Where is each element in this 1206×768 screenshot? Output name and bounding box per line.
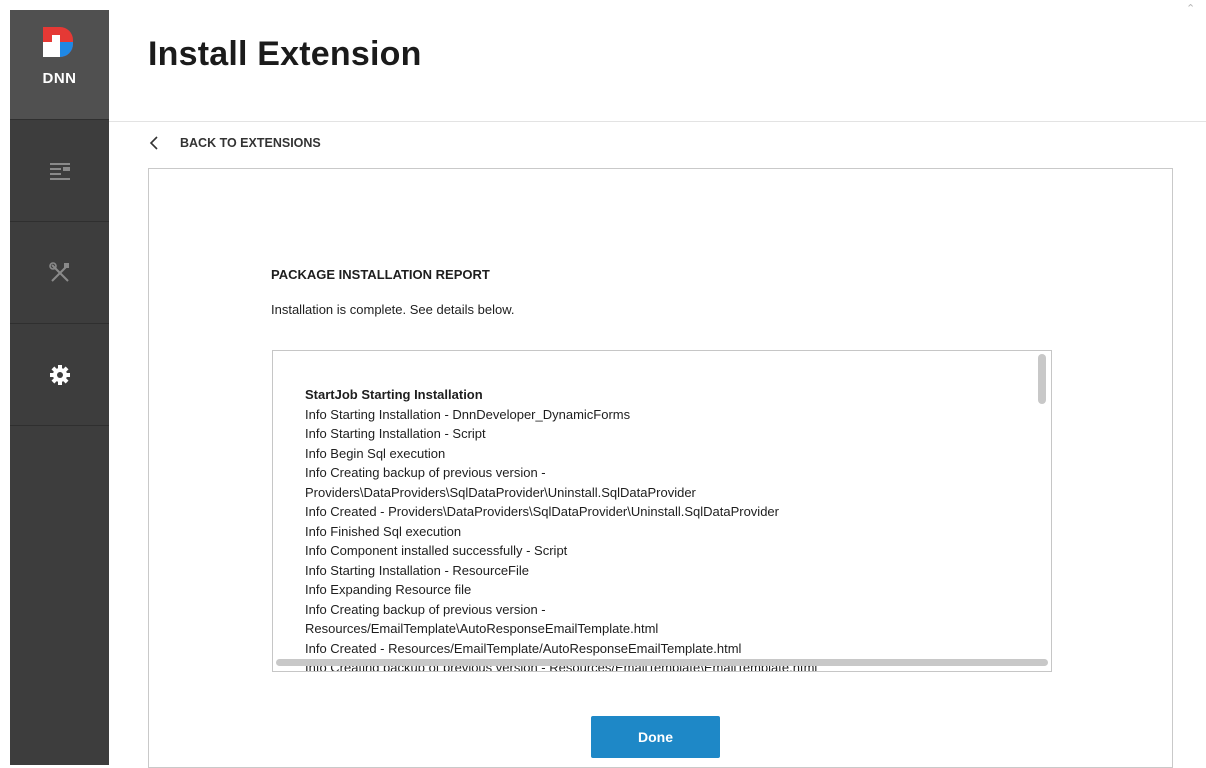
log-line: Info Component installed successfully - … <box>305 543 568 558</box>
page-title: Install Extension <box>148 35 422 73</box>
log-content: StartJob Starting Installation Info Start… <box>305 385 1040 671</box>
log-line: Info Created - Providers\DataProviders\S… <box>305 504 779 519</box>
header-divider <box>109 121 1206 122</box>
log-line: Info Creating backup of previous version… <box>305 601 546 617</box>
content-list-icon <box>49 162 70 180</box>
dnn-logo-icon <box>43 27 73 57</box>
log-line: Resources/EmailTemplate\AutoResponseEmai… <box>305 621 659 636</box>
log-line: Providers\DataProviders\SqlDataProvider\… <box>305 484 696 500</box>
log-line: Info Finished Sql execution <box>305 523 462 539</box>
installation-log[interactable]: StartJob Starting Installation Info Start… <box>272 350 1052 672</box>
horizontal-scrollbar[interactable] <box>276 659 1048 666</box>
collapse-icon[interactable]: ⌃ <box>1186 2 1195 15</box>
logo-text: DNN <box>42 70 77 87</box>
log-line: Info Starting Installation - DnnDevelope… <box>305 406 631 422</box>
tools-icon <box>48 261 69 282</box>
sidebar-item-content[interactable] <box>10 120 109 222</box>
log-line: Info Expanding Resource file <box>305 582 472 597</box>
report-title: PACKAGE INSTALLATION REPORT <box>271 267 490 282</box>
log-line: Info Starting Installation - Script <box>305 426 486 441</box>
chevron-left-icon <box>149 136 158 150</box>
log-line: Info Created - Resources/EmailTemplate/A… <box>305 640 742 656</box>
vertical-scrollbar[interactable] <box>1038 354 1046 404</box>
sidebar-item-settings[interactable] <box>10 324 109 426</box>
gear-icon <box>49 364 70 385</box>
install-report-panel: PACKAGE INSTALLATION REPORT Installation… <box>148 168 1173 768</box>
dnn-logo[interactable]: DNN <box>10 10 109 120</box>
back-to-extensions-link[interactable]: BACK TO EXTENSIONS <box>148 135 321 151</box>
sidebar: DNN <box>10 10 109 765</box>
log-line: Info Creating backup of previous version… <box>305 465 546 480</box>
log-line: Info Begin Sql execution <box>305 445 446 461</box>
done-button[interactable]: Done <box>591 716 720 758</box>
back-link-label: BACK TO EXTENSIONS <box>180 136 321 150</box>
report-subtitle: Installation is complete. See details be… <box>271 302 515 317</box>
log-line: StartJob Starting Installation <box>305 387 483 402</box>
sidebar-item-tools[interactable] <box>10 222 109 324</box>
log-line: Info Starting Installation - ResourceFil… <box>305 562 529 578</box>
